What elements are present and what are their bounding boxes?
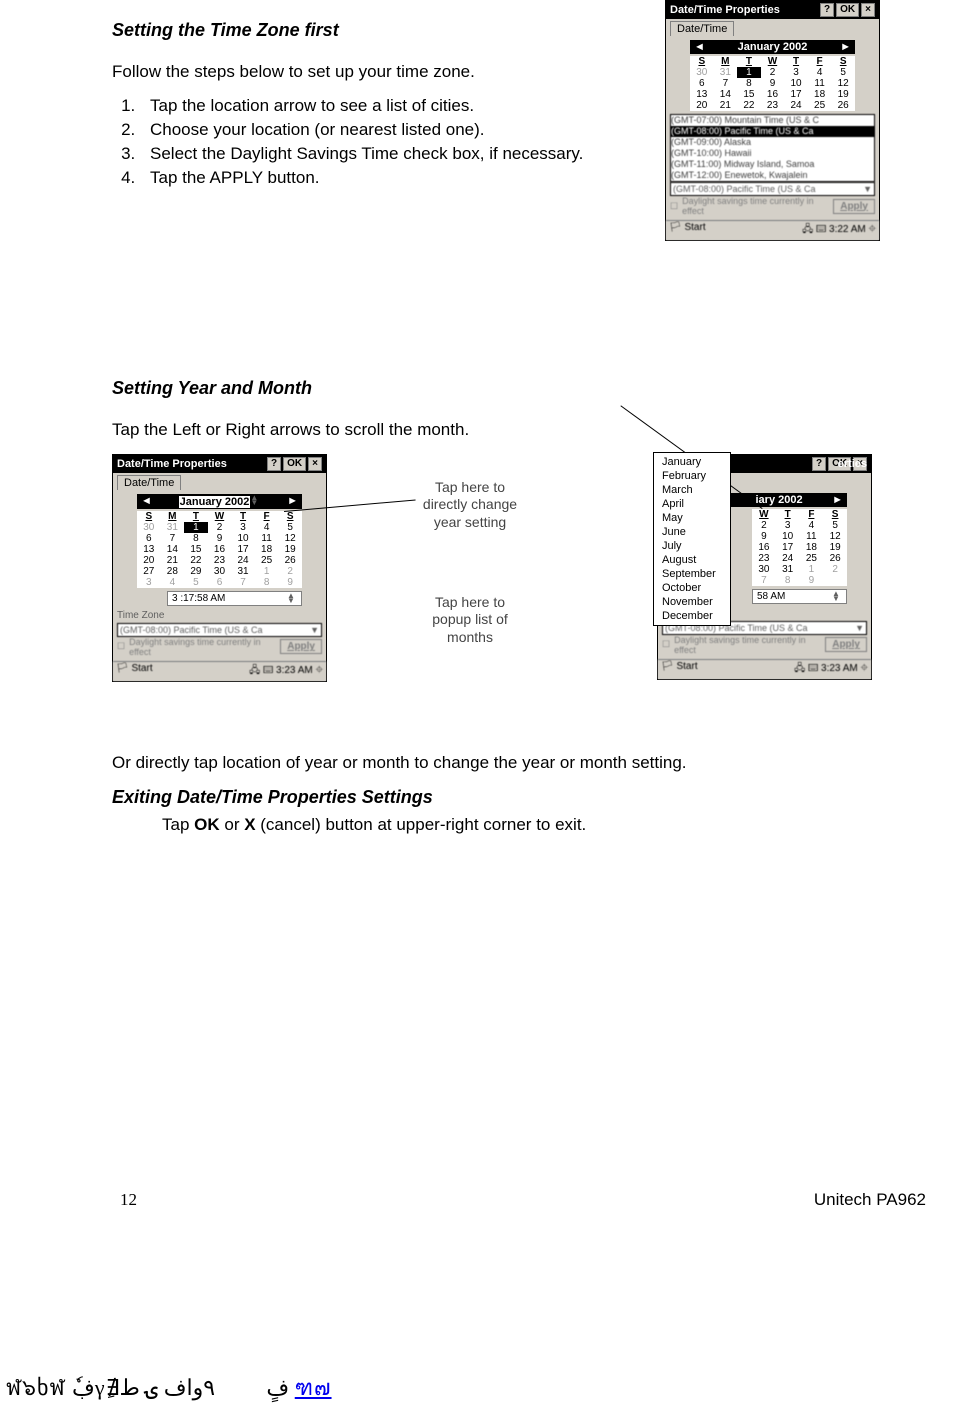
- ok-button[interactable]: OK: [836, 3, 859, 17]
- next-month-arrow[interactable]: ►: [287, 495, 298, 507]
- dst-label: Daylight savings time currently in effec…: [129, 637, 276, 657]
- close-button[interactable]: ×: [861, 3, 875, 17]
- start-button[interactable]: 🏳 Start: [661, 661, 698, 678]
- calendar-grid[interactable]: SMTWTFS 303112345 6789101112 13141516171…: [137, 511, 302, 588]
- next-month-arrow[interactable]: ►: [840, 41, 851, 53]
- calendar-grid[interactable]: WTFS 2345 9101112 16171819 23242526 3031…: [752, 509, 847, 586]
- dst-checkbox[interactable]: ☐: [670, 201, 678, 212]
- figure-tz-dialog: Date/Time Properties ? OK × Date/Time ◄ …: [665, 0, 880, 241]
- month-year-spinner[interactable]: January 2002▲▼: [179, 495, 261, 508]
- product-name: Unitech PA962: [814, 1190, 926, 1210]
- ok-button[interactable]: OK: [283, 457, 306, 471]
- month-popup[interactable]: JanuaryFebruaryMarch AprilMayJune JulyAu…: [653, 452, 731, 626]
- time-field[interactable]: 58 AM▲▼: [752, 589, 847, 604]
- help-button[interactable]: ?: [267, 457, 281, 471]
- tz-select[interactable]: (GMT-08:00) Pacific Time (US & Ca▼: [117, 623, 322, 637]
- tab-datetime[interactable]: Date/Time: [670, 21, 734, 36]
- exit-text: Tap OK or X (cancel) button at upper-rig…: [162, 814, 860, 837]
- figure-left-dialog: Date/Time Properties ? OK × Date/Time ◄ …: [112, 454, 327, 682]
- callout-year: Tap here to directly change year setting: [415, 479, 525, 532]
- apply-button[interactable]: Apply: [825, 637, 867, 652]
- dst-checkbox[interactable]: ☐: [117, 641, 125, 652]
- tab-datetime[interactable]: Date/Time: [117, 475, 181, 490]
- figure-yearmonth: Tap here to directly change year setting…: [112, 454, 860, 744]
- taskbar-clock: 🖧 ⌨ 3:22 AM ⌖: [802, 222, 876, 239]
- dropdown-arrow-icon[interactable]: ▼: [863, 184, 872, 194]
- help-button[interactable]: ?: [812, 457, 826, 471]
- prev-month-arrow[interactable]: ◄: [141, 495, 152, 507]
- pda-title-text: Date/Time Properties: [670, 4, 780, 16]
- outro-yearmonth: Or directly tap location of year or mont…: [112, 752, 860, 775]
- apply-button[interactable]: Apply: [833, 199, 875, 214]
- heading-yearmonth: Setting Year and Month: [112, 378, 860, 399]
- callout-month: Tap here to popup list of months: [415, 594, 525, 647]
- taskbar-clock: 🖧 ⌨ 3:23 AM ⌖: [249, 663, 323, 680]
- start-button[interactable]: 🏳 Start: [669, 222, 706, 239]
- page-number: 12: [120, 1190, 137, 1210]
- apply-button[interactable]: Apply: [280, 639, 322, 654]
- dropdown-arrow-icon: ▼: [310, 625, 319, 635]
- tz-select[interactable]: (GMT-08:00) Pacific Time (US & Ca▼: [670, 182, 875, 196]
- month-year-label[interactable]: iary 2002: [756, 494, 803, 506]
- intro-yearmonth: Tap the Left or Right arrows to scroll t…: [112, 419, 860, 442]
- start-button[interactable]: 🏳 Start: [116, 663, 153, 680]
- tz-dropdown-list[interactable]: (GMT-07:00) Mountain Time (US & C (GMT-0…: [670, 114, 875, 182]
- heading-exit: Exiting Date/Time Properties Settings: [112, 787, 860, 808]
- dst-label: Daylight savings time currently in effec…: [682, 196, 829, 216]
- month-year-label[interactable]: January 2002: [738, 41, 808, 53]
- close-button[interactable]: ×: [308, 457, 322, 471]
- time-field[interactable]: 3 :17:58 AM▲▼: [167, 591, 302, 606]
- figure-right-dialog: Date/Time Properties erties ? OK × iary …: [657, 454, 872, 680]
- dst-checkbox[interactable]: ☐: [662, 639, 670, 650]
- next-month-arrow[interactable]: ►: [832, 494, 843, 506]
- help-button[interactable]: ?: [820, 3, 834, 17]
- taskbar-clock: 🖧 ⌨ 3:23 AM ⌖: [794, 661, 868, 678]
- prev-month-arrow[interactable]: ◄: [694, 41, 705, 53]
- tz-label: Time Zone: [117, 610, 322, 621]
- calendar-grid[interactable]: SMTWTFS 303112345 6789101112 13141516171…: [690, 56, 855, 111]
- garbled-footer-text: ฬ๖ხฬ ڣٗγ∄ِفٍ٩۶ٰٟواف ۍ ط ฑ๗: [6, 1370, 332, 1405]
